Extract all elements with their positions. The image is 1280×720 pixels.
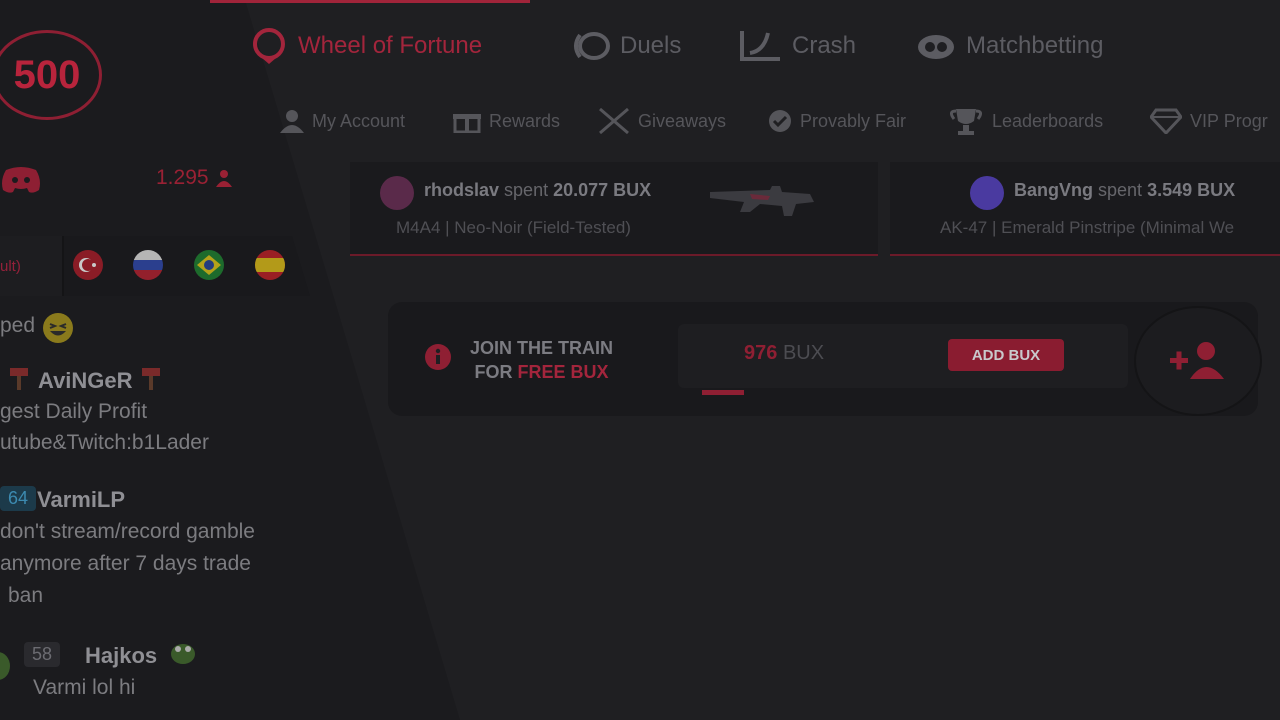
drop-amount: 20.077 BUX xyxy=(553,180,652,200)
chat-username[interactable]: AviNGeR xyxy=(38,368,133,394)
nav-label: Crash xyxy=(792,32,857,59)
chat-username[interactable]: Hajkos xyxy=(85,643,157,669)
subnav-label: VIP Progr xyxy=(1190,110,1268,131)
train-title-line1: JOIN THE TRAIN xyxy=(470,338,614,358)
chat-message-line: don't stream/record gamble xyxy=(0,520,255,543)
recent-drop-card[interactable]: BangVng spent 3.549 BUX AK-47 | Emerald … xyxy=(890,162,1280,256)
nav-matchbetting[interactable]: Matchbetting xyxy=(916,28,1103,64)
train-progress-bar xyxy=(702,390,744,395)
join-train-button[interactable] xyxy=(1134,306,1262,416)
drop-spent-word: spent xyxy=(504,180,549,200)
drop-summary: BangVng spent 3.549 BUX xyxy=(1014,180,1235,201)
rifle-skin-image xyxy=(710,186,814,216)
discord-icon[interactable] xyxy=(0,166,42,194)
hammer-badge-icon xyxy=(8,366,30,396)
nav-label: Wheel of Fortune xyxy=(298,32,483,59)
user-level-badge: 64 xyxy=(0,486,37,511)
gift-icon xyxy=(453,114,481,133)
matchbetting-icon xyxy=(918,35,954,59)
chat-username[interactable]: VarmiLP xyxy=(37,487,125,513)
flag-spain-icon[interactable] xyxy=(255,250,285,280)
subnav-label: Leaderboards xyxy=(992,110,1104,131)
nav-label: Duels xyxy=(620,32,682,59)
hammer-badge-icon xyxy=(140,366,162,396)
nav-label: Matchbetting xyxy=(966,32,1104,59)
laughing-emoji-icon xyxy=(42,312,74,350)
drop-username[interactable]: BangVng xyxy=(1014,180,1093,200)
subnav-rewards[interactable]: Rewards xyxy=(453,106,560,136)
add-bux-button[interactable]: ADD BUX xyxy=(948,339,1064,371)
flag-brazil-icon[interactable] xyxy=(194,250,224,280)
chat-message-line: utube&Twitch:b1Lader xyxy=(0,431,209,454)
train-title-highlight: FREE BUX xyxy=(517,362,609,382)
check-circle-icon xyxy=(769,110,791,132)
pepe-emoji-icon xyxy=(170,640,196,670)
info-icon[interactable] xyxy=(424,343,452,371)
chat-message-line: gest Daily Profit xyxy=(0,400,148,423)
recent-drop-card[interactable]: rhodslav spent 20.077 BUX M4A4 | Neo-Noi… xyxy=(350,162,878,256)
flag-turkey-icon[interactable] xyxy=(73,250,103,280)
site-logo[interactable]: 500 xyxy=(0,30,102,120)
subnav-giveaways[interactable]: Giveaways xyxy=(598,106,726,136)
lang-tab-label: ult) xyxy=(0,257,21,275)
subnav-vip-program[interactable]: VIP Progr xyxy=(1150,106,1268,136)
logo-text: 500 xyxy=(13,52,81,97)
train-title-line2: FOR FREE BUX xyxy=(470,360,613,384)
train-title-prefix: FOR xyxy=(474,362,513,382)
subnav-label: Rewards xyxy=(489,110,561,131)
subnav-leaderboards[interactable]: Leaderboards xyxy=(948,106,1103,136)
wheel-icon xyxy=(253,28,285,64)
drop-item-name: AK-47 | Emerald Pinstripe (Minimal We xyxy=(940,218,1235,237)
language-bar: ult) xyxy=(0,236,310,296)
duels-icon xyxy=(574,32,610,60)
nav-crash[interactable]: Crash xyxy=(738,28,856,64)
flag-russia-icon[interactable] xyxy=(133,250,163,280)
subnav-label: Provably Fair xyxy=(800,110,907,131)
crash-icon xyxy=(740,31,780,61)
drop-item-name: M4A4 | Neo-Noir (Field-Tested) xyxy=(396,218,631,237)
nav-wheel-of-fortune[interactable]: Wheel of Fortune xyxy=(250,28,482,64)
subnav-provably-fair[interactable]: Provably Fair xyxy=(768,106,906,136)
drop-username[interactable]: rhodslav xyxy=(424,180,499,200)
subnav-my-account[interactable]: My Account xyxy=(280,106,405,136)
drop-summary: rhodslav spent 20.077 BUX xyxy=(424,180,651,201)
subnav-label: My Account xyxy=(312,110,406,131)
chat-message-text: ped xyxy=(0,314,36,337)
drop-spent-word: spent xyxy=(1098,180,1143,200)
chat-message-line: Varmi lol hi xyxy=(33,676,136,699)
user-level-badge: 58 xyxy=(24,642,61,667)
bux-amount-display: 976 BUX xyxy=(744,342,824,365)
active-tab-indicator xyxy=(210,0,530,3)
chat-message-line: ban xyxy=(8,584,44,607)
online-users: 1.295 xyxy=(156,166,233,190)
user-icon xyxy=(215,170,232,187)
bux-unit: BUX xyxy=(782,342,825,364)
diamond-icon xyxy=(1150,108,1182,134)
chat-message-line: anymore after 7 days trade xyxy=(0,552,251,575)
crossed-swords-icon xyxy=(599,107,629,135)
drop-amount: 3.549 BUX xyxy=(1147,180,1236,200)
user-icon xyxy=(280,110,304,133)
avatar xyxy=(380,176,414,210)
join-train-title: JOIN THE TRAIN FOR FREE BUX xyxy=(470,336,613,384)
language-tab-default[interactable]: ult) xyxy=(0,236,64,296)
avatar xyxy=(970,176,1004,210)
nav-duels[interactable]: Duels xyxy=(570,28,681,64)
add-user-icon xyxy=(1170,342,1224,379)
bux-amount-value: 976 xyxy=(744,342,778,364)
subnav-label: Giveaways xyxy=(638,110,727,131)
pepe-emoji-icon xyxy=(0,650,12,688)
online-count-value: 1.295 xyxy=(156,166,209,189)
trophy-icon xyxy=(949,109,983,135)
